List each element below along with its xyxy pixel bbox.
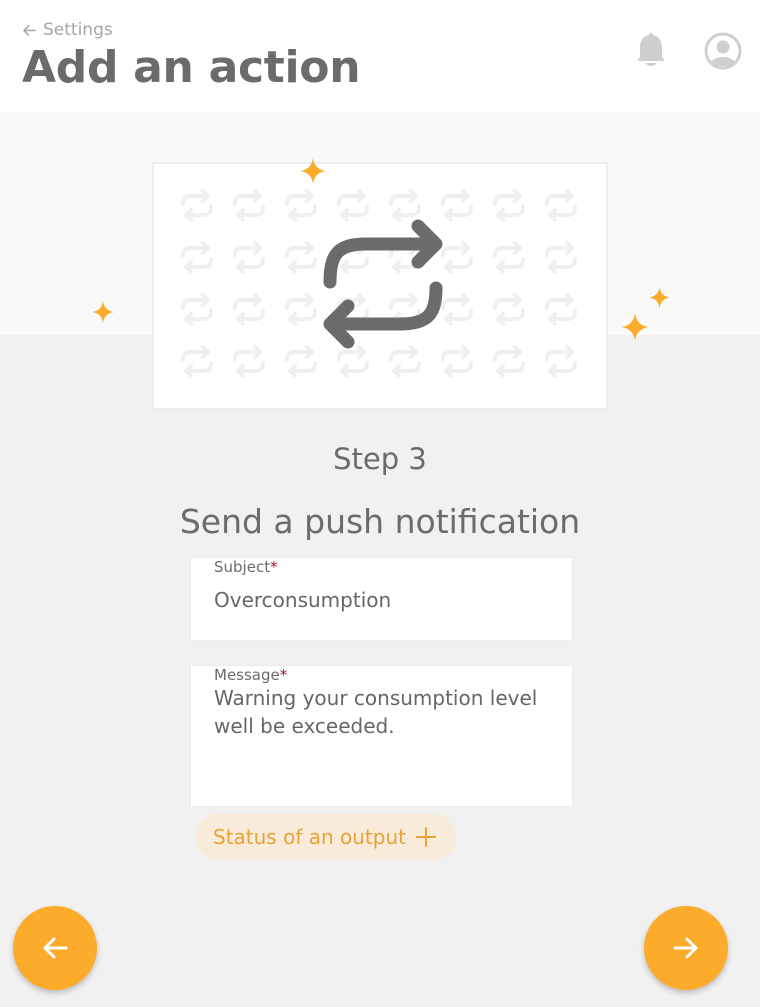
status-chip-label: Status of an output — [213, 825, 406, 849]
message-line: Warning your consumption level — [214, 686, 538, 710]
arrow-left-icon — [23, 24, 36, 36]
add-status-of-output-button[interactable]: Status of an output — [196, 814, 456, 860]
next-step-button[interactable] — [644, 906, 728, 990]
header: Settings Add an action — [0, 0, 760, 112]
subject-label: Subject* — [214, 558, 278, 576]
sparkle-icon — [300, 158, 326, 184]
arrow-right-icon — [673, 937, 698, 959]
bell-icon[interactable] — [634, 32, 668, 70]
sparkle-icon — [621, 313, 649, 341]
required-mark: * — [279, 666, 288, 684]
section-title: Send a push notification — [179, 502, 581, 541]
user-avatar-icon[interactable] — [704, 32, 742, 70]
subject-field[interactable]: Subject* Overconsumption — [190, 557, 573, 641]
message-field[interactable]: Message* Warning your consumption level … — [190, 665, 573, 807]
page-title: Add an action — [22, 42, 361, 93]
back-label: Settings — [43, 20, 113, 40]
back-to-settings-link[interactable]: Settings — [22, 20, 113, 40]
sparkle-icon — [648, 286, 671, 309]
message-label: Message* — [214, 666, 288, 684]
arrow-left-icon — [43, 937, 68, 959]
illustration-card — [152, 162, 608, 410]
step-label: Step 3 — [333, 442, 427, 476]
message-textarea[interactable]: Warning your consumption level well be e… — [214, 684, 554, 740]
sparkle-icon — [91, 300, 115, 324]
required-mark: * — [270, 558, 278, 576]
message-line: well be exceeded. — [214, 714, 395, 738]
plus-icon — [416, 827, 436, 847]
repeat-icon — [323, 219, 443, 349]
subject-input[interactable]: Overconsumption — [214, 586, 554, 614]
repeat-pattern — [181, 189, 577, 378]
previous-step-button[interactable] — [13, 906, 97, 990]
